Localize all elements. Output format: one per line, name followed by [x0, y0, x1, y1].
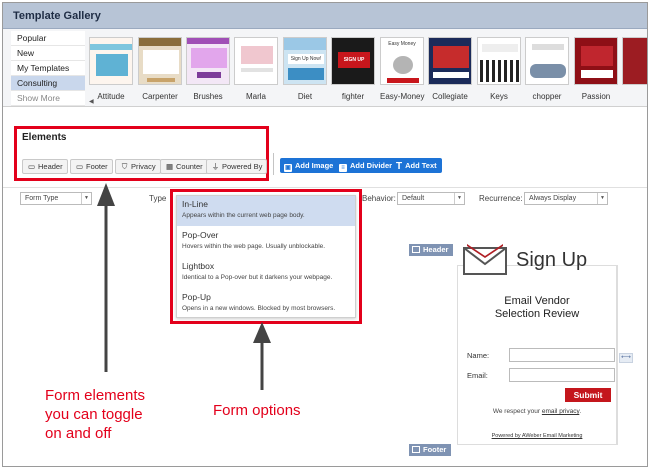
template-label: Marla: [245, 92, 266, 101]
gallery-title: Template Gallery: [13, 10, 101, 22]
template-label: Attitude: [97, 92, 125, 101]
template-label: Carpenter: [142, 92, 178, 101]
form-options-highlight: In-Line Appears within the current web p…: [170, 189, 362, 324]
form-type-dropdown: In-Line Appears within the current web p…: [176, 195, 356, 318]
annotation-elements: Form elements you can toggle on and off: [45, 387, 146, 442]
footer-icon: ▭: [75, 162, 84, 171]
image-icon: ▣: [284, 164, 292, 172]
template-carpenter[interactable]: Carpenter: [138, 37, 182, 101]
preview-edge: [617, 265, 618, 445]
template-label: chopper: [532, 92, 562, 101]
header-tag[interactable]: Header: [409, 244, 454, 256]
privacy-notice: We respect your email privacy.: [492, 408, 582, 415]
chevron-down-icon: ▼: [597, 193, 607, 204]
privacy-link[interactable]: email privacy: [542, 408, 579, 415]
template-passion[interactable]: Passion: [574, 37, 618, 101]
form-heading: Email Vendor Selection Review: [494, 295, 580, 320]
signup-title: Sign Up: [516, 249, 588, 271]
option-pop-over[interactable]: Pop-Over Hovers within the web page. Usu…: [177, 227, 355, 257]
option-pop-up[interactable]: Pop-Up Opens in a new windows. Blocked b…: [177, 289, 355, 319]
elements-highlight: Elements ▭ Header ▭ Footer ⛉ Privacy ▦ Count…: [14, 126, 269, 181]
option-inline[interactable]: In-Line Appears within the current web p…: [177, 196, 355, 226]
scroll-left-icon[interactable]: ◀: [89, 98, 94, 105]
template-label: fighter: [341, 92, 365, 101]
add-divider-button[interactable]: ≡ Add Divider: [335, 158, 398, 173]
email-field[interactable]: [509, 368, 615, 382]
gallery-body: Popular New My Templates Consulting Show…: [3, 29, 647, 107]
template-label: Collegiate: [432, 92, 468, 101]
recurrence-label: Recurrence:: [479, 194, 523, 203]
category-my-templates[interactable]: My Templates: [11, 61, 85, 76]
type-label: Type: [149, 194, 167, 203]
envelope-icon: [463, 244, 507, 275]
counter-icon: ▦: [165, 162, 174, 171]
easy-money-thumb-text: Easy Money: [388, 41, 416, 47]
template-chopper[interactable]: chopper: [525, 37, 569, 101]
template-fighter[interactable]: SIGN UP fighter: [331, 37, 375, 101]
toggle-header-button[interactable]: ▭ Header: [22, 159, 68, 174]
chevron-down-icon: ▼: [454, 193, 464, 204]
name-label: Name:: [467, 351, 490, 360]
fighter-thumb-text: SIGN UP: [338, 52, 370, 68]
category-show-more[interactable]: Show More: [11, 91, 85, 106]
option-lightbox[interactable]: Lightbox Identical to a Pop-over but it …: [177, 258, 355, 288]
template-marla[interactable]: Marla: [234, 37, 278, 101]
text-icon: T: [396, 161, 403, 172]
toggle-privacy-button[interactable]: ⛉ Privacy: [115, 159, 161, 174]
name-field[interactable]: [509, 348, 615, 362]
template-brushes[interactable]: Brushes: [186, 37, 230, 101]
footer-tag[interactable]: Footer: [409, 444, 452, 456]
template-label: Keys: [490, 92, 508, 101]
category-consulting[interactable]: Consulting: [11, 76, 85, 91]
plug-icon: ⏚: [211, 162, 220, 171]
category-new[interactable]: New: [11, 46, 85, 61]
footer-icon: [412, 446, 420, 453]
header-icon: [412, 246, 420, 253]
email-label: Email:: [467, 371, 488, 380]
elements-title: Elements: [22, 132, 67, 143]
template-partial[interactable]: [622, 37, 647, 85]
behavior-label: Behavior:: [362, 194, 396, 203]
divider-icon: ≡: [339, 164, 347, 172]
annotation-form-options: Form options: [213, 402, 301, 419]
template-collegiate[interactable]: Collegiate: [428, 37, 472, 101]
submit-button[interactable]: Submit: [565, 388, 611, 402]
toggle-powered-by-button[interactable]: ⏚ Powered By: [206, 159, 268, 174]
toolbar-divider: [273, 153, 274, 175]
section-separator: [3, 187, 647, 188]
add-text-button[interactable]: T Add Text: [392, 158, 442, 173]
toggle-counter-button[interactable]: ▦ Counter: [160, 159, 208, 174]
template-label: Passion: [581, 92, 611, 101]
header-icon: ▭: [27, 162, 36, 171]
category-popular[interactable]: Popular: [11, 31, 85, 46]
category-list: Popular New My Templates Consulting Show…: [11, 31, 85, 106]
chevron-down-icon: ▼: [81, 193, 91, 204]
diet-thumb-text: Sign Up Now!: [288, 54, 324, 64]
template-label: Brushes: [193, 92, 223, 101]
add-image-button[interactable]: ▣ Add Image: [280, 158, 339, 173]
form-type-select[interactable]: Form Type ▼: [20, 192, 92, 205]
app-window: Template Gallery Popular New My Template…: [2, 2, 648, 467]
template-label: Easy-Money: [380, 92, 425, 101]
recurrence-select[interactable]: Always Display ▼: [524, 192, 608, 205]
template-label: Diet: [297, 92, 313, 101]
template-easy-money[interactable]: Easy Money Easy-Money: [380, 37, 424, 101]
powered-by: Powered by AWeber Email Marketing: [457, 433, 617, 439]
toggle-footer-button[interactable]: ▭ Footer: [70, 159, 113, 174]
resize-handle-icon[interactable]: ⟷: [619, 353, 633, 363]
template-keys[interactable]: Keys: [477, 37, 521, 101]
template-thumbnails: Attitude Carpenter Brushes Marla Sign Up…: [87, 35, 647, 105]
powered-by-link[interactable]: Powered by AWeber Email Marketing: [492, 433, 583, 439]
shield-icon: ⛉: [121, 162, 128, 171]
gallery-header: Template Gallery: [3, 3, 647, 29]
behavior-select[interactable]: Default ▼: [397, 192, 465, 205]
template-attitude[interactable]: Attitude: [89, 37, 133, 101]
template-diet[interactable]: Sign Up Now! Diet: [283, 37, 327, 101]
